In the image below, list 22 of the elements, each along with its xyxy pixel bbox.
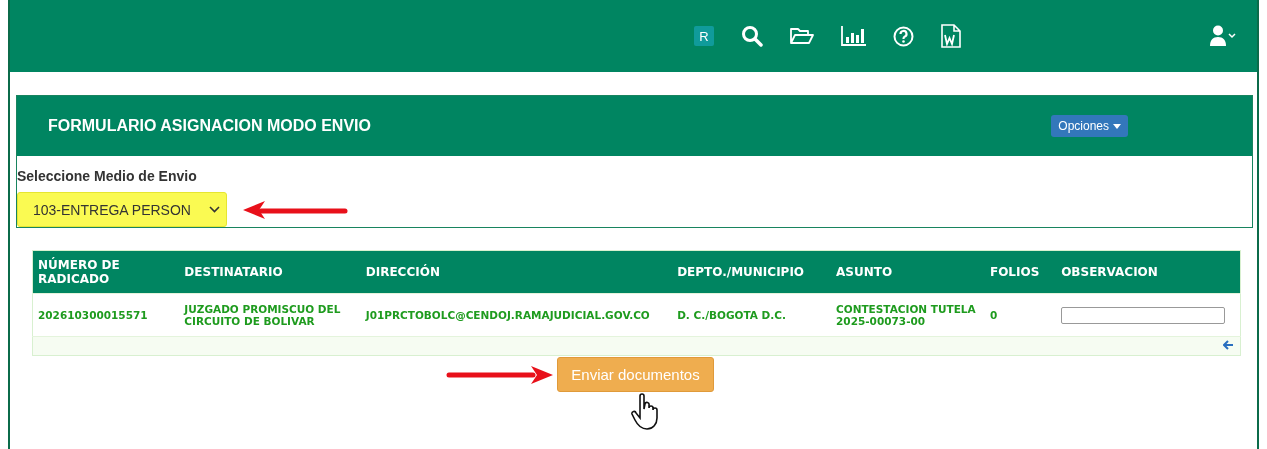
column-header: DEPTO./MUNICIPIO: [672, 250, 832, 294]
column-header: DIRECCIÓN: [360, 250, 673, 294]
field-label: Seleccione Medio de Envio: [17, 168, 198, 184]
options-button[interactable]: Opciones: [1051, 115, 1128, 137]
observation-field[interactable]: [1061, 306, 1226, 324]
column-header: OBSERVACION: [1056, 250, 1241, 294]
bar-chart-icon[interactable]: [841, 26, 866, 46]
folder-icon[interactable]: [790, 27, 814, 45]
word-document-icon[interactable]: [941, 24, 961, 48]
column-header: DESTINATARIO: [179, 250, 361, 294]
back-arrow-icon[interactable]: [1223, 340, 1234, 350]
search-icon[interactable]: [741, 25, 763, 47]
caret-icon: [1113, 123, 1121, 129]
user-initial-badge[interactable]: R: [694, 26, 714, 46]
hand-cursor-icon: [630, 393, 661, 431]
column-header: NÚMERO DE RADICADO: [32, 250, 180, 294]
form-title: FORMULARIO ASIGNACION MODO ENVIO: [48, 117, 371, 135]
column-header: FOLIOS: [984, 250, 1057, 294]
shipping-method-select[interactable]: 103-ENTREGA PERSON: [17, 192, 227, 227]
column-header: ASUNTO: [831, 250, 985, 294]
chevron-down-icon: [209, 206, 220, 213]
help-icon[interactable]: [893, 25, 914, 47]
